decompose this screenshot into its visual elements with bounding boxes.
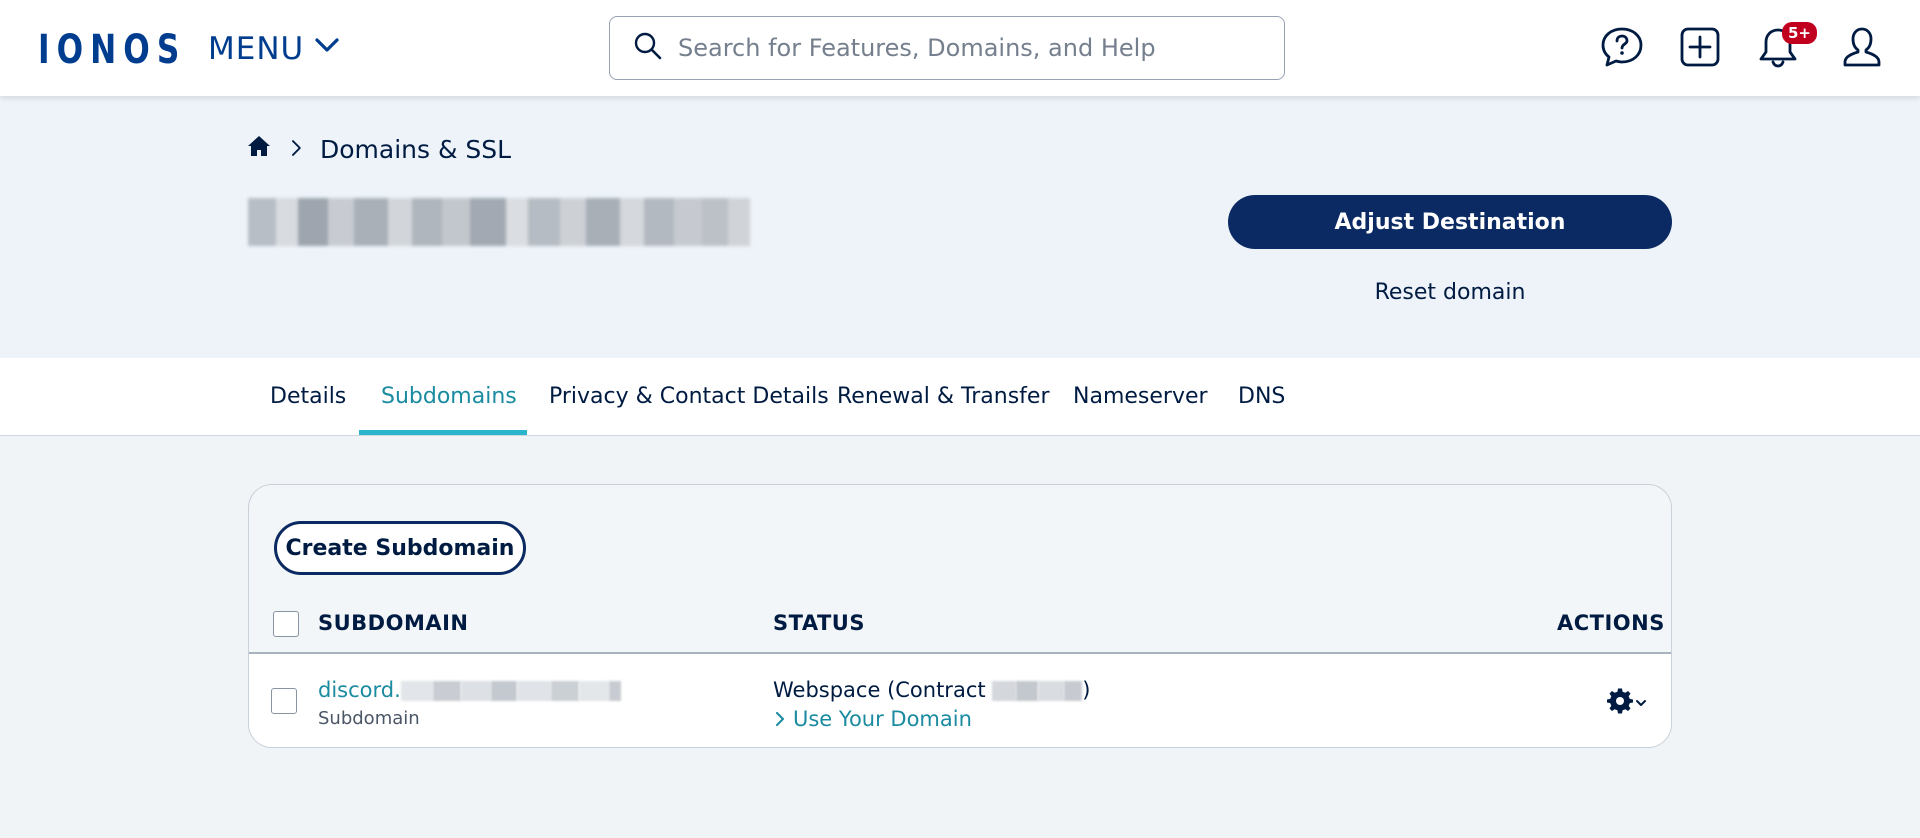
chevron-down-icon: [1635, 694, 1647, 713]
subdomain-type: Subdomain: [318, 708, 420, 729]
gear-icon: [1607, 688, 1633, 718]
breadcrumb-current[interactable]: Domains & SSL: [320, 135, 511, 164]
subdomain-link[interactable]: discord.: [318, 678, 621, 702]
tab-details[interactable]: Details: [270, 384, 346, 409]
adjust-destination-button[interactable]: Adjust Destination: [1228, 195, 1672, 249]
reset-domain-link[interactable]: Reset domain: [1228, 280, 1672, 305]
chevron-right-icon: [773, 707, 787, 731]
use-your-domain-label: Use Your Domain: [793, 707, 972, 731]
status-label: Webspace (Contract: [773, 678, 986, 702]
column-header-subdomain[interactable]: SUBDOMAIN: [318, 611, 469, 635]
row-actions-menu[interactable]: [1607, 688, 1647, 718]
menu-button[interactable]: MENU: [208, 30, 342, 68]
row-checkbox[interactable]: [271, 688, 297, 714]
select-all-checkbox[interactable]: [273, 611, 299, 637]
user-icon[interactable]: [1839, 24, 1885, 70]
create-subdomain-button[interactable]: Create Subdomain: [274, 521, 526, 575]
menu-label: MENU: [208, 31, 305, 67]
subdomain-name: discord.: [318, 678, 401, 702]
home-icon[interactable]: [246, 133, 272, 165]
table-row: discord. Subdomain Webspace (Contract ) …: [249, 654, 1671, 747]
tab-bar: Details Subdomains Privacy & Contact Det…: [0, 358, 1920, 436]
chevron-down-icon: [312, 30, 342, 68]
ionos-logo[interactable]: IONOS: [38, 27, 186, 73]
search-box[interactable]: [609, 16, 1285, 80]
status-suffix: ): [1082, 678, 1091, 702]
search-icon: [632, 30, 664, 66]
search-input[interactable]: [678, 34, 1258, 62]
active-tab-indicator: [359, 430, 527, 435]
tab-dns[interactable]: DNS: [1238, 384, 1285, 409]
column-header-actions: ACTIONS: [1557, 611, 1665, 635]
add-icon[interactable]: [1677, 24, 1723, 70]
status-text: Webspace (Contract ): [773, 678, 1091, 702]
tab-subdomains[interactable]: Subdomains: [381, 384, 517, 409]
subdomains-card: Create Subdomain SUBDOMAIN STATUS ACTION…: [248, 484, 1672, 748]
help-chat-icon[interactable]: [1599, 24, 1645, 70]
domain-name-redacted: [248, 198, 790, 246]
column-header-status[interactable]: STATUS: [773, 611, 865, 635]
chevron-right-icon: [286, 135, 306, 164]
breadcrumb: Domains & SSL: [246, 133, 511, 165]
notification-badge: 5+: [1782, 22, 1818, 44]
tab-renewal-transfer[interactable]: Renewal & Transfer: [837, 384, 1050, 409]
use-your-domain-link[interactable]: Use Your Domain: [773, 707, 972, 731]
tab-nameserver[interactable]: Nameserver: [1073, 384, 1208, 409]
top-bar: IONOS MENU 5+: [0, 0, 1920, 96]
tab-privacy-contact[interactable]: Privacy & Contact Details: [549, 384, 829, 409]
